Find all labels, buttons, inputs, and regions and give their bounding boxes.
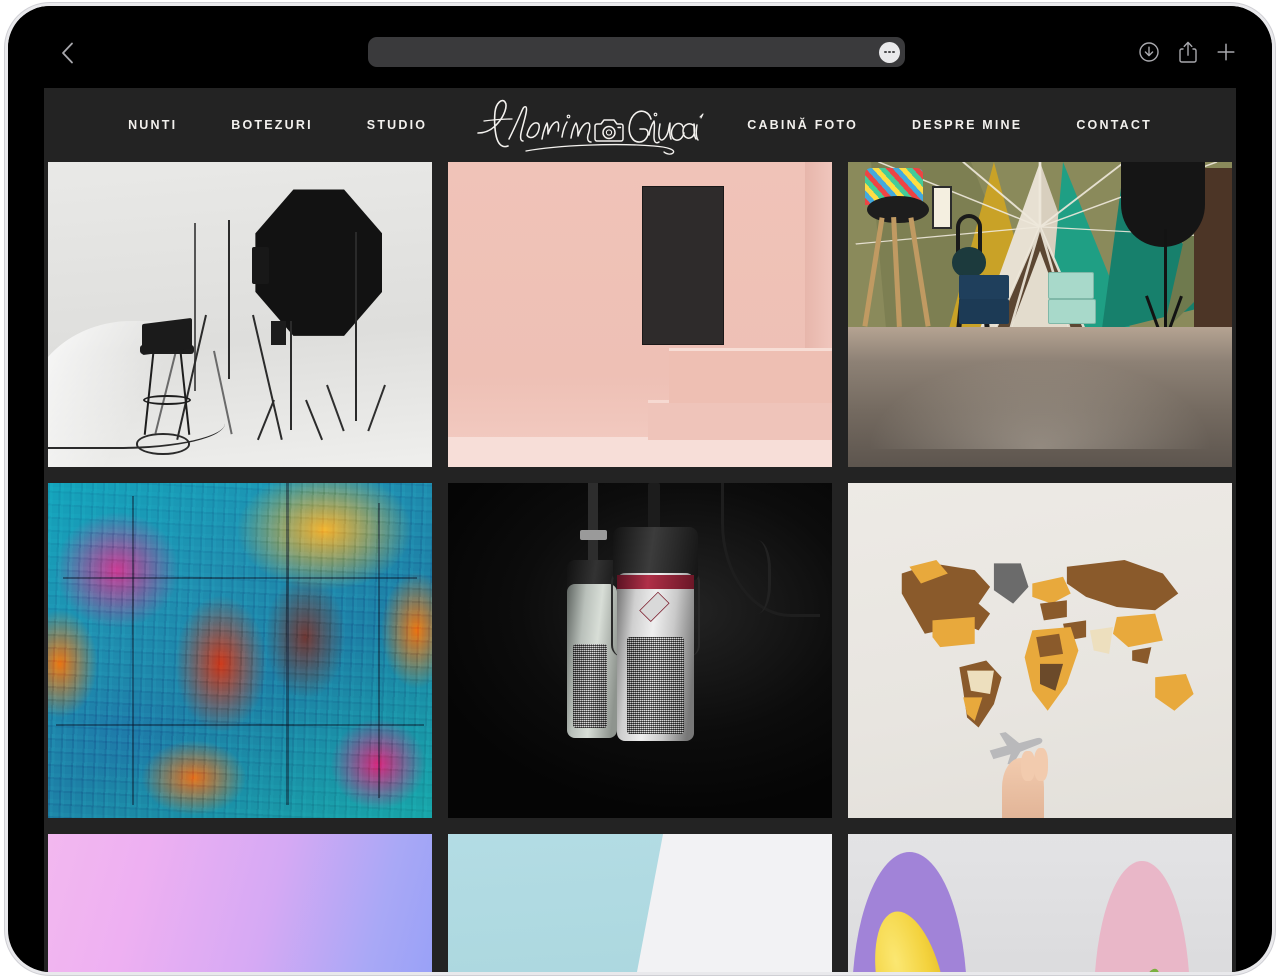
downloads-icon — [1139, 42, 1159, 62]
nav-group-left: NUNTI BOTEZURI STUDIO — [101, 118, 454, 132]
nav-item-contact[interactable]: CONTACT — [1049, 118, 1179, 132]
ellipsis-dot — [884, 50, 887, 54]
pastel-circles-still-life-image — [848, 834, 1232, 972]
downloads-button[interactable] — [1138, 41, 1160, 63]
new-tab-button[interactable] — [1216, 42, 1236, 62]
nav-item-cabina-foto[interactable]: CABINĂ FOTO — [720, 118, 885, 132]
chevron-left-icon — [61, 42, 73, 64]
new-tab-plus-icon — [1217, 43, 1235, 61]
wooden-world-map-image — [848, 483, 1232, 818]
blue-white-diagonal-image — [448, 834, 832, 972]
site-logo[interactable] — [468, 89, 706, 161]
photo-studio-bw-image — [48, 162, 432, 467]
gallery-tile-microphones[interactable]: Two silver studio condenser microphones … — [448, 483, 832, 818]
browser-toolbar-actions — [1138, 37, 1236, 67]
share-button[interactable] — [1178, 40, 1198, 64]
ellipsis-icon[interactable] — [879, 41, 900, 63]
website-viewport: NUNTI BOTEZURI STUDIO CABINĂ FOTO DESPRE… — [44, 88, 1236, 972]
studio-microphones-image — [448, 483, 832, 818]
nav-item-botezuri[interactable]: BOTEZURI — [204, 118, 340, 132]
florin-giucada-signature-logo — [477, 99, 704, 155]
gallery-tile-pastel-circles[interactable]: Pastel circles still life with lemon, te… — [848, 834, 1232, 972]
gallery-tile-blue-white-diagonal[interactable]: Light blue and white diagonal split back… — [448, 834, 832, 972]
nav-group-right: CABINĂ FOTO DESPRE MINE CONTACT — [720, 118, 1179, 132]
address-bar[interactable] — [368, 37, 905, 67]
geometric-wall-studio-image — [848, 162, 1232, 467]
browser-toolbar — [8, 6, 1272, 88]
gallery-tile-geometric-studio[interactable]: Studio interior with geometric painted w… — [848, 162, 1232, 467]
site-navigation: NUNTI BOTEZURI STUDIO CABINĂ FOTO DESPRE… — [44, 88, 1236, 162]
gradient-silhouette-image — [48, 834, 432, 972]
gallery-grid: Black and white photo studio with octabo… — [44, 162, 1236, 972]
pink-studio-set-image — [448, 162, 832, 467]
abstract-painting-image — [48, 483, 432, 818]
nav-item-despre-mine[interactable]: DESPRE MINE — [885, 118, 1049, 132]
gallery-tile-pink-set[interactable]: Pink studio set with black rectangular p… — [448, 162, 832, 467]
gallery-tile-abstract-painting[interactable]: Abstract painting in teal, orange, red a… — [48, 483, 432, 818]
ellipsis-dot — [888, 50, 891, 54]
gallery-tile-gradient-silhouette[interactable]: Pink to blue gradient backdrop with dark… — [48, 834, 432, 972]
back-button[interactable] — [50, 36, 84, 70]
ellipsis-dot — [892, 50, 895, 54]
gallery-tile-studio-bw[interactable]: Black and white photo studio with octabo… — [48, 162, 432, 467]
nav-item-nunti[interactable]: NUNTI — [101, 118, 204, 132]
nav-item-studio[interactable]: STUDIO — [340, 118, 454, 132]
gallery-tile-wooden-world-map[interactable]: Wooden world map on a wall with a hand h… — [848, 483, 1232, 818]
tablet-device-frame: NUNTI BOTEZURI STUDIO CABINĂ FOTO DESPRE… — [8, 6, 1272, 972]
share-icon — [1179, 41, 1197, 63]
